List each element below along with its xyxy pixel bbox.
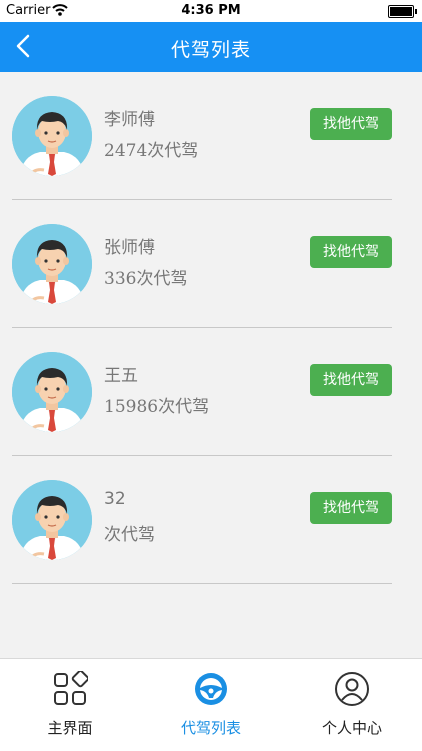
- driver-name: 张师傅: [104, 238, 155, 258]
- hire-driver-button[interactable]: 找他代驾: [310, 236, 392, 268]
- driver-row: 李师傅 2474次代驾 找他代驾: [12, 72, 392, 200]
- driver-name: 王五: [104, 366, 138, 386]
- driver-trip-count: 2474次代驾: [104, 141, 199, 161]
- hire-driver-button[interactable]: 找他代驾: [310, 492, 392, 524]
- clock: 4:36 PM: [181, 3, 241, 18]
- tab-home[interactable]: 主界面: [0, 659, 140, 751]
- driver-name: 32: [104, 489, 126, 509]
- driver-avatar: [12, 96, 92, 176]
- driver-row: 32 次代驾 找他代驾: [12, 456, 392, 584]
- driver-avatar: [12, 352, 92, 432]
- hire-driver-button[interactable]: 找他代驾: [310, 364, 392, 396]
- driver-list: 李师傅 2474次代驾 找他代驾 张师傅 336次代驾 找他代驾 王五 1598…: [12, 72, 392, 584]
- tab-profile-label: 个人中心: [321, 719, 382, 737]
- driver-trip-count: 336次代驾: [104, 269, 188, 289]
- driver-avatar: [12, 480, 92, 560]
- grid-icon: [54, 671, 88, 705]
- page-title: 代驾列表: [170, 39, 251, 61]
- tab-driver-list[interactable]: 代驾列表: [141, 659, 281, 751]
- hire-driver-button[interactable]: 找他代驾: [310, 108, 392, 140]
- tab-home-label: 主界面: [47, 719, 93, 737]
- driver-avatar: [12, 224, 92, 304]
- driver-trip-count: 次代驾: [104, 525, 155, 545]
- driver-avatar-icon: [12, 480, 92, 560]
- driver-row: 张师傅 336次代驾 找他代驾: [12, 200, 392, 328]
- driver-trip-count: 15986次代驾: [104, 397, 210, 417]
- tab-driver-list-label: 代驾列表: [180, 719, 241, 737]
- driver-row: 王五 15986次代驾 找他代驾: [12, 328, 392, 456]
- steering-wheel-icon: [195, 673, 227, 705]
- driver-name: 李师傅: [104, 110, 155, 130]
- driver-avatar-icon: [12, 352, 92, 432]
- driver-avatar-icon: [12, 224, 92, 304]
- driver-avatar-icon: [12, 96, 92, 176]
- tab-profile[interactable]: 个人中心: [282, 659, 422, 751]
- battery-icon: [388, 5, 417, 18]
- nav-bar: 代驾列表: [0, 22, 422, 72]
- tab-bar: 主界面 代驾列表 个人中心: [0, 658, 422, 751]
- status-bar: Carrier 4:36 PM: [0, 0, 422, 22]
- user-icon: [335, 672, 369, 706]
